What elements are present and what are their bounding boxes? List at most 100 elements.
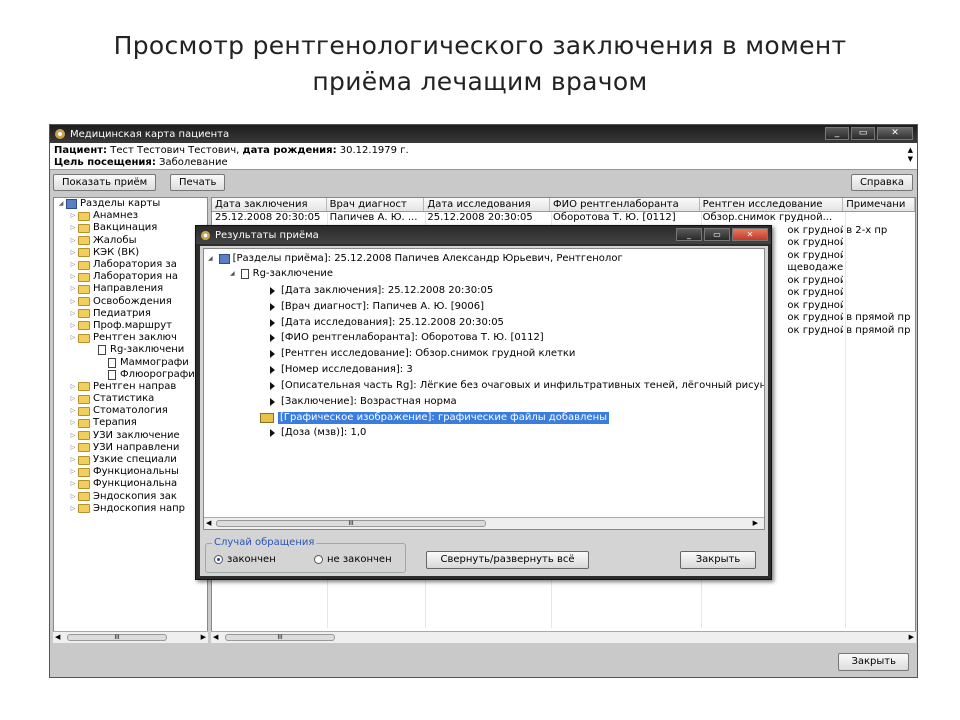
- rg-expand-icon[interactable]: ◢: [230, 268, 235, 280]
- expand-arrow-icon[interactable]: ▷: [68, 466, 78, 478]
- tree-root[interactable]: ◢ Разделы карты: [54, 198, 207, 210]
- expand-arrow-icon[interactable]: ▷: [68, 235, 78, 247]
- expand-arrow-icon[interactable]: ▷: [68, 491, 78, 503]
- rg-node[interactable]: ◢ Rg-заключение: [230, 268, 333, 280]
- dialog-scroll-left-icon[interactable]: ◀: [206, 519, 211, 527]
- result-field-node[interactable]: [Дата заключения]: 25.12.2008 20:30:05: [270, 285, 493, 297]
- dialog-close-button[interactable]: Закрыть: [680, 551, 756, 569]
- column-header[interactable]: Дата исследования: [424, 198, 551, 211]
- result-field-node[interactable]: [Дата исследования]: 25.12.2008 20:30:05: [270, 317, 504, 329]
- tree-item[interactable]: ▷ Эндоскопия зак: [54, 491, 207, 503]
- radio-not-done[interactable]: не закончен: [314, 554, 392, 565]
- tree-item[interactable]: ▷ Рентген заключ: [54, 332, 207, 344]
- dose-node[interactable]: [Доза (мзв)]: 1,0: [270, 427, 366, 439]
- expand-arrow-icon[interactable]: ▷: [68, 393, 78, 405]
- column-header[interactable]: ФИО рентгенлаборанта: [550, 198, 700, 211]
- expand-arrow-icon[interactable]: ▷: [68, 320, 78, 332]
- patient-label: Пациент:: [54, 145, 108, 156]
- expand-arrow-icon[interactable]: ▷: [68, 442, 78, 454]
- tree-item[interactable]: ▷ КЭК (ВК): [54, 247, 207, 259]
- dialog-maximize-button[interactable]: ▭: [704, 228, 730, 241]
- grid-scroll-right-icon[interactable]: ▶: [909, 633, 914, 641]
- results-root-node[interactable]: ◢ [Разделы приёма]: 25.12.2008 Папичев А…: [208, 253, 623, 265]
- grid-hscrollbar[interactable]: ◀ III ▶: [211, 631, 916, 643]
- tree-scroll-thumb[interactable]: III: [67, 634, 167, 641]
- tree-subitem-selected[interactable]: Rg-заключени: [54, 344, 207, 356]
- tree-item[interactable]: ▷ Освобождения: [54, 296, 207, 308]
- dialog-hscrollbar[interactable]: ◀ III ▶: [204, 517, 764, 529]
- radio-done[interactable]: закончен: [214, 554, 276, 565]
- sections-tree[interactable]: ◢ Разделы карты ▷ Анамнез ▷ Вакцинация ▷ Жалобы…: [53, 197, 208, 643]
- tree-item[interactable]: ▷ Жалобы: [54, 235, 207, 247]
- tree-item[interactable]: ▷ Анамнез: [54, 210, 207, 222]
- expand-arrow-icon[interactable]: ▷: [68, 405, 78, 417]
- tree-item[interactable]: ▷ Терапия: [54, 417, 207, 429]
- expand-arrow-icon[interactable]: ▷: [68, 478, 78, 490]
- column-header[interactable]: Врач диагност: [327, 198, 425, 211]
- tree-item[interactable]: ▷ Лаборатория на: [54, 271, 207, 283]
- scroll-left-icon[interactable]: ◀: [55, 633, 60, 641]
- graphic-image-node[interactable]: [Графическое изображение]: графические ф…: [260, 412, 609, 424]
- dialog-close-x-button[interactable]: ✕: [732, 228, 768, 241]
- expand-arrow-icon[interactable]: ▷: [68, 283, 78, 295]
- tree-hscrollbar[interactable]: ◀ III ▶: [53, 631, 208, 643]
- tree-subitem[interactable]: Флюорографи: [54, 369, 207, 381]
- results-tree[interactable]: ◢ [Разделы приёма]: 25.12.2008 Папичев А…: [203, 248, 765, 530]
- help-button[interactable]: Справка: [850, 174, 913, 191]
- print-button[interactable]: Печать: [170, 174, 226, 191]
- tree-item[interactable]: ▷ Функциональна: [54, 478, 207, 490]
- expand-arrow-icon[interactable]: ▷: [68, 222, 78, 234]
- table-row[interactable]: 25.12.2008 20:30:05 Папичев А. Ю. ... 25.1…: [212, 212, 915, 225]
- result-field-node[interactable]: [Врач диагност]: Папичев А. Ю. [9006]: [270, 301, 484, 313]
- expand-arrow-icon[interactable]: ▷: [68, 259, 78, 271]
- expand-arrow-icon[interactable]: ▷: [68, 296, 78, 308]
- scroll-right-icon[interactable]: ▶: [201, 633, 206, 641]
- column-header[interactable]: Примечани: [843, 198, 915, 211]
- dialog-minimize-button[interactable]: _: [676, 228, 702, 241]
- window-footer-close-button[interactable]: Закрыть: [838, 653, 909, 671]
- grid-scroll-thumb[interactable]: III: [225, 634, 335, 641]
- tree-item[interactable]: ▷ Рентген направ: [54, 381, 207, 393]
- tree-item[interactable]: ▷ Функциональны: [54, 466, 207, 478]
- tree-item[interactable]: ▷ Статистика: [54, 393, 207, 405]
- expand-arrow-icon[interactable]: ▷: [68, 503, 78, 515]
- tree-item[interactable]: ▷ Лаборатория за: [54, 259, 207, 271]
- expand-arrow-icon[interactable]: ▷: [68, 430, 78, 442]
- tree-item[interactable]: ▷ УЗИ направлени: [54, 442, 207, 454]
- tree-item[interactable]: ▷ УЗИ заключение: [54, 430, 207, 442]
- column-header[interactable]: Дата заключения: [212, 198, 327, 211]
- tree-item[interactable]: ▷ Узкие специали: [54, 454, 207, 466]
- expand-arrow-icon[interactable]: ▷: [68, 271, 78, 283]
- show-visit-button[interactable]: Показать приём: [53, 174, 157, 191]
- dialog-scroll-right-icon[interactable]: ▶: [753, 519, 758, 527]
- tree-item[interactable]: ▷ Проф.маршрут: [54, 320, 207, 332]
- result-field-node[interactable]: [Номер исследования]: 3: [270, 364, 413, 376]
- tree-item[interactable]: ▷ Педиатрия: [54, 308, 207, 320]
- grid-scroll-left-icon[interactable]: ◀: [213, 633, 218, 641]
- result-field-node[interactable]: [Заключение]: Возрастная норма: [270, 396, 457, 408]
- result-field-node[interactable]: [ФИО рентгенлаборанта]: Оборотова Т. Ю. …: [270, 332, 544, 344]
- expand-arrow-icon[interactable]: ▷: [68, 454, 78, 466]
- expand-arrow-icon[interactable]: ◢: [56, 198, 66, 210]
- expand-icon[interactable]: ◢: [208, 253, 213, 265]
- result-field-node[interactable]: [Рентген исследование]: Обзор.снимок гру…: [270, 348, 575, 360]
- tree-item[interactable]: ▷ Стоматология: [54, 405, 207, 417]
- info-scroll-spinner[interactable]: ▲ ▼: [908, 146, 913, 164]
- result-field-node[interactable]: [Описательная часть Rg]: Лёгкие без очаг…: [270, 380, 764, 392]
- tree-item[interactable]: ▷ Эндоскопия напр: [54, 503, 207, 515]
- tree-item[interactable]: ▷ Вакцинация: [54, 222, 207, 234]
- collapse-expand-button[interactable]: Свернуть/развернуть всё: [426, 551, 589, 569]
- window-close-button[interactable]: ✕: [877, 127, 913, 140]
- minimize-button[interactable]: _: [825, 127, 849, 140]
- expand-arrow-icon[interactable]: ▷: [68, 308, 78, 320]
- tree-item[interactable]: ▷ Направления: [54, 283, 207, 295]
- expand-arrow-icon[interactable]: ▷: [68, 381, 78, 393]
- dialog-scroll-thumb[interactable]: III: [216, 520, 486, 527]
- restore-button[interactable]: ▭: [851, 127, 875, 140]
- expand-arrow-icon[interactable]: ▷: [68, 210, 78, 222]
- expand-arrow-icon[interactable]: ▷: [68, 332, 78, 344]
- expand-arrow-icon[interactable]: ▷: [68, 417, 78, 429]
- expand-arrow-icon[interactable]: ▷: [68, 247, 78, 259]
- column-header[interactable]: Рентген исследование: [700, 198, 844, 211]
- tree-subitem[interactable]: Маммографи: [54, 356, 207, 368]
